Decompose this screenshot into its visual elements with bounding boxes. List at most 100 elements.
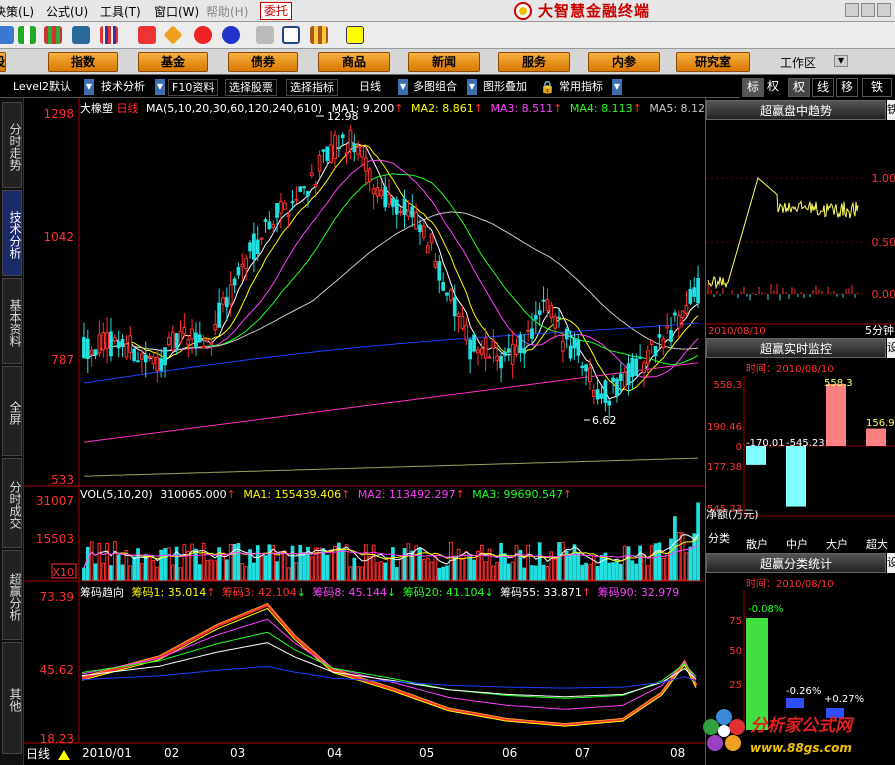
candle-body — [109, 331, 113, 357]
nav-service[interactable]: 服务 — [498, 52, 570, 72]
volume-bar — [506, 563, 511, 581]
tab-line[interactable]: 线 — [812, 78, 834, 97]
monitor-panel-title[interactable]: 超赢实时监控 — [706, 338, 886, 358]
volume-bar — [634, 563, 639, 581]
f2-circle-icon[interactable] — [222, 26, 240, 44]
chart-area[interactable]: 1298 1042 787 533 31007 15503 X10 73.39 … — [24, 98, 721, 765]
ltab-other[interactable]: 其他 — [2, 642, 22, 754]
vol-ma3-value: MA3: 99690.547 — [472, 488, 563, 501]
tab-right-1[interactable]: 权 — [766, 78, 780, 97]
minimize-icon[interactable] — [845, 3, 859, 17]
volume-bar — [522, 567, 527, 581]
period-dropdown-icon[interactable]: ▼ — [398, 79, 408, 95]
nav-bond[interactable]: 债券 — [228, 52, 298, 72]
tech-dropdown-icon[interactable]: ▼ — [155, 79, 165, 95]
nav-news[interactable]: 新闻 — [408, 52, 480, 72]
monitor-settings-button[interactable]: 设 — [887, 338, 895, 358]
chart-canvas[interactable]: 1298 1042 787 533 31007 15503 X10 73.39 … — [24, 98, 705, 765]
common-dropdown-icon[interactable]: ▼ — [612, 79, 622, 95]
classify-settings-button[interactable]: 设 — [887, 553, 895, 573]
candle-body — [209, 342, 214, 345]
nav-commodity[interactable]: 商品 — [318, 52, 390, 72]
binoculars-icon[interactable] — [72, 26, 90, 44]
workspace-label[interactable]: 工作区 — [780, 54, 816, 71]
volume-bar — [267, 544, 272, 581]
menu-window[interactable]: 窗口(W) — [154, 3, 199, 20]
daily-period-button[interactable]: 日线 — [356, 79, 384, 96]
ltab-fundamental[interactable]: 基本资料 — [2, 278, 22, 364]
bookmark-icon[interactable] — [138, 26, 156, 44]
maximize-icon[interactable] — [861, 3, 875, 17]
volume-bar — [190, 543, 194, 581]
overlay-button[interactable]: 图形叠加 — [480, 79, 530, 96]
books-icon[interactable] — [310, 26, 328, 44]
nav-research[interactable]: 研究室 — [676, 52, 750, 72]
classify-panel-title[interactable]: 超赢分类统计 — [706, 553, 886, 573]
ltab-timeshare[interactable]: 分时走势 — [2, 102, 22, 188]
back-arrow-icon[interactable] — [0, 26, 14, 44]
period-button[interactable]: 日线 — [26, 747, 50, 761]
lock-icon[interactable]: 🔒 — [540, 80, 555, 94]
help-pointer-icon[interactable] — [346, 26, 364, 44]
flag-icon[interactable] — [18, 26, 36, 44]
trade-button[interactable]: 委托 — [260, 2, 293, 20]
menu-formula[interactable]: 公式(U) — [46, 3, 88, 20]
candle-body — [410, 206, 415, 218]
candle-body — [615, 378, 619, 396]
trend-chart[interactable]: 1.00 0.50 0.00 2010/08/10 5分钟 — [706, 120, 895, 350]
nav-fund[interactable]: 基金 — [138, 52, 208, 72]
volume-bar — [576, 552, 581, 581]
window-icon[interactable] — [282, 26, 300, 44]
multi-dropdown-icon[interactable]: ▼ — [467, 79, 477, 95]
tab-iron[interactable]: 铁 — [862, 78, 892, 97]
workspace-dropdown-icon[interactable]: ▼ — [834, 55, 848, 67]
candle-body — [286, 214, 291, 218]
tab-move[interactable]: 移 — [836, 78, 858, 97]
candle-body — [140, 353, 144, 360]
common-indicator-button[interactable]: 常用指标 — [556, 79, 606, 96]
ltab-super-analysis[interactable]: 超赢分析 — [2, 550, 22, 640]
monitor-chart[interactable]: 558.3 190.46 0 177.38 545.23 -170.01 -54… — [706, 376, 895, 546]
candle-body — [309, 172, 314, 176]
level2-dropdown-icon[interactable]: ▼ — [84, 79, 94, 95]
f-circle-icon[interactable] — [194, 26, 212, 44]
candle-body — [85, 338, 90, 360]
nav-insider[interactable]: 内参 — [588, 52, 660, 72]
level2-default-button[interactable]: Level2默认 — [10, 79, 75, 96]
tech-analysis-button[interactable]: 技术分析 — [98, 79, 148, 96]
grid-icon[interactable] — [44, 26, 62, 44]
trend-side-button[interactable]: 铁 — [887, 100, 895, 120]
close-icon[interactable] — [877, 3, 891, 17]
ltab-technical[interactable]: 技术分析 — [2, 190, 22, 276]
tab-mark[interactable]: 标 — [742, 78, 764, 97]
volume-bar — [344, 544, 349, 581]
menu-help[interactable]: 帮助(H) — [206, 3, 248, 20]
menu-tools[interactable]: 工具(T) — [100, 3, 141, 20]
pick-indicator-button[interactable]: 选择指标 — [286, 79, 338, 96]
tab-right-2[interactable]: 权 — [788, 78, 810, 97]
menu-decision[interactable]: 决策(L) — [0, 3, 34, 20]
volume-bar — [163, 548, 167, 581]
trend-panel-title[interactable]: 超赢盘中趋势 — [706, 100, 886, 120]
ltab-fullscreen[interactable]: 全屏 — [2, 366, 22, 456]
volume-bar — [429, 561, 434, 581]
nav-stock[interactable]: 股 — [0, 52, 6, 72]
volume-bar — [116, 554, 121, 581]
volume-bar — [391, 547, 395, 581]
multi-chart-button[interactable]: 多图组合 — [410, 79, 460, 96]
diamond-icon[interactable] — [163, 25, 183, 45]
nav-index[interactable]: 指数 — [48, 52, 118, 72]
candle-body — [626, 363, 631, 386]
pick-stock-button[interactable]: 选择股票 — [225, 79, 277, 96]
bars-icon[interactable] — [100, 26, 118, 44]
volume-bar — [472, 559, 476, 581]
volume-bar — [302, 552, 306, 581]
candle-body — [128, 335, 133, 353]
volume-bar — [526, 544, 530, 581]
save-icon[interactable] — [256, 26, 274, 44]
f10-button[interactable]: F10资料 — [168, 79, 219, 96]
ltab-trades[interactable]: 分时成交 — [2, 458, 22, 548]
classify-val-2: -0.26% — [786, 686, 821, 697]
volume-bar — [379, 561, 384, 581]
candle-body — [112, 337, 117, 342]
